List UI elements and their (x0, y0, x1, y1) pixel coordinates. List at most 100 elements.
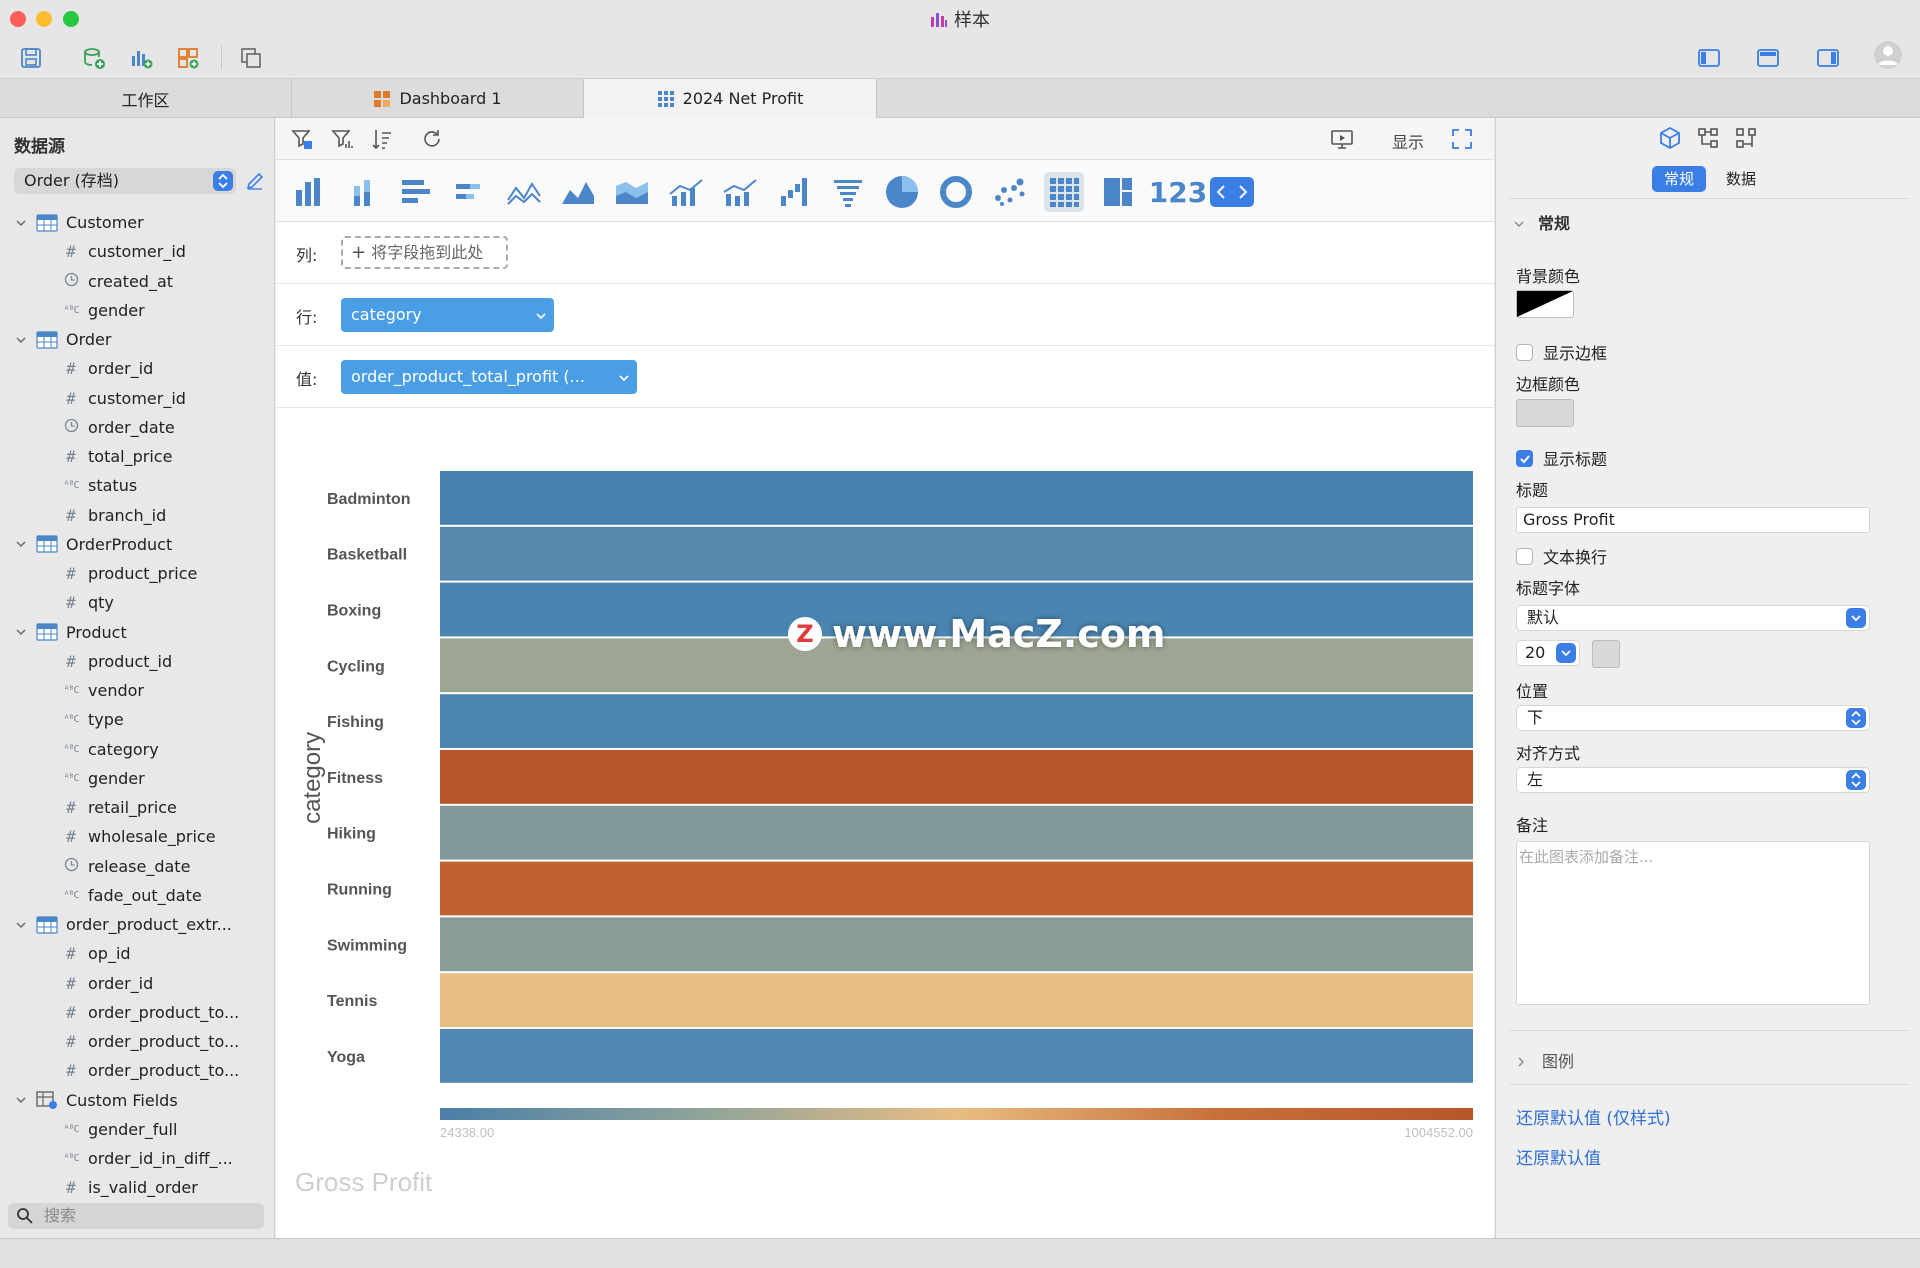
sidebar-field[interactable]: created_at (0, 267, 275, 296)
chart-type-combo[interactable] (666, 172, 706, 212)
panel-tab-data[interactable]: 数据 (1714, 166, 1768, 192)
font-size-select[interactable]: 20 (1516, 640, 1580, 666)
sidebar-field[interactable]: # is_valid_order (0, 1173, 275, 1202)
sidebar-field[interactable]: ᴬᴮC vendor (0, 676, 275, 705)
font-color-swatch[interactable] (1592, 640, 1620, 668)
duplicate-icon[interactable] (239, 46, 263, 70)
value-filter-icon[interactable] (330, 127, 354, 151)
sidebar-field[interactable]: # customer_id (0, 384, 275, 413)
sidebar-field[interactable]: # branch_id (0, 501, 275, 530)
chevron-down-icon[interactable] (16, 627, 26, 637)
values-field-pill[interactable]: order_product_total_profit (... (341, 360, 637, 394)
heatmap-cell[interactable] (440, 973, 1473, 1027)
chevron-down-icon[interactable] (16, 218, 26, 228)
sidebar-field[interactable]: # total_price (0, 442, 275, 471)
add-dashboard-icon[interactable] (176, 46, 200, 70)
chart-type-waterfall[interactable] (774, 172, 814, 212)
add-datasource-icon[interactable] (82, 46, 106, 70)
columns-drop-zone[interactable]: + 将字段拖到此处 (341, 236, 508, 269)
user-avatar-icon[interactable] (1873, 40, 1903, 70)
toggle-left-panel-icon[interactable] (1697, 46, 1721, 70)
chart-type-area[interactable] (558, 172, 598, 212)
toggle-right-panel-icon[interactable] (1816, 46, 1840, 70)
chart-type-column[interactable] (288, 172, 328, 212)
chart-type-stacked-area[interactable] (612, 172, 652, 212)
sidebar-field[interactable]: ᴬᴮC gender (0, 296, 275, 325)
sidebar-table[interactable]: OrderProduct (0, 530, 275, 559)
layout-icon[interactable] (1734, 126, 1758, 150)
sidebar-field[interactable]: # wholesale_price (0, 822, 275, 851)
reset-style-link[interactable]: 还原默认值 (仅样式) (1516, 1104, 1671, 1129)
heatmap-cell[interactable] (440, 750, 1473, 804)
chart-type-treemap[interactable] (1098, 172, 1138, 212)
toggle-top-panel-icon[interactable] (1756, 46, 1780, 70)
chart-type-stacked-column[interactable] (342, 172, 382, 212)
filter-icon[interactable] (290, 127, 314, 151)
sidebar-field[interactable]: ᴬᴮC type (0, 705, 275, 734)
display-label[interactable]: 显示 (1392, 129, 1424, 153)
sidebar-field[interactable]: ᴬᴮC gender_full (0, 1115, 275, 1144)
border-color-swatch[interactable] (1516, 399, 1574, 427)
tab-dashboard-1[interactable]: Dashboard 1 (292, 79, 584, 118)
sidebar-field[interactable]: # product_id (0, 647, 275, 676)
datasource-select[interactable]: Order (存档) (14, 168, 236, 194)
general-section-header[interactable]: 常规 (1514, 210, 1570, 234)
sidebar-field[interactable]: ᴬᴮC category (0, 735, 275, 764)
sidebar-table[interactable]: Custom Fields (0, 1086, 275, 1115)
sidebar-field[interactable]: ᴬᴮC order_id_in_diff_... (0, 1144, 275, 1173)
chart-type-scatter[interactable] (990, 172, 1030, 212)
sidebar-table[interactable]: order_product_extr... (0, 910, 275, 939)
sidebar-field[interactable]: # order_id (0, 969, 275, 998)
heatmap-cell[interactable] (440, 471, 1473, 525)
chart-type-donut[interactable] (936, 172, 976, 212)
chart-type-heatmap[interactable] (1044, 172, 1084, 212)
panel-tab-general[interactable]: 常规 (1652, 166, 1707, 192)
chart-type-number[interactable]: 123 (1149, 172, 1207, 212)
sidebar-field[interactable]: order_date (0, 413, 275, 442)
style-cube-icon[interactable] (1658, 126, 1682, 150)
heatmap-cell[interactable] (440, 917, 1473, 972)
refresh-icon[interactable] (420, 127, 444, 151)
heatmap-cell[interactable] (440, 861, 1473, 916)
notes-textarea[interactable]: 在此图表添加备注... (1516, 841, 1870, 1005)
rows-field-pill[interactable]: category (341, 298, 554, 332)
chart-type-bar[interactable] (396, 172, 436, 212)
hierarchy-icon[interactable] (1696, 126, 1720, 150)
tab-2024-net-profit[interactable]: 2024 Net Profit (584, 79, 877, 118)
reset-all-link[interactable]: 还原默认值 (1516, 1144, 1601, 1169)
field-search-input[interactable]: 搜索 (8, 1203, 264, 1229)
chevron-down-icon[interactable] (16, 1095, 26, 1105)
edit-datasource-icon[interactable] (244, 170, 266, 192)
title-input[interactable]: Gross Profit (1516, 507, 1870, 533)
sidebar-table[interactable]: Order (0, 325, 275, 354)
sidebar-field[interactable]: release_date (0, 852, 275, 881)
sort-icon[interactable] (370, 127, 394, 151)
chart-type-scroll-buttons[interactable] (1210, 177, 1254, 207)
present-icon[interactable] (1330, 127, 1354, 151)
save-icon[interactable] (19, 46, 43, 70)
wrap-text-checkbox[interactable]: 文本换行 (1516, 544, 1607, 568)
align-select[interactable]: 左 (1516, 767, 1870, 793)
heatmap-cell[interactable] (440, 805, 1473, 860)
chart-type-combo-stacked[interactable] (720, 172, 760, 212)
legend-section-header[interactable]: 图例 (1516, 1048, 1574, 1072)
sidebar-table[interactable]: Product (0, 618, 275, 647)
chart-type-line[interactable] (504, 172, 544, 212)
sidebar-field[interactable]: ᴬᴮC status (0, 471, 275, 500)
chart-type-stacked-bar[interactable] (450, 172, 490, 212)
show-title-checkbox[interactable]: 显示标题 (1516, 446, 1607, 470)
title-font-select[interactable]: 默认 (1516, 605, 1870, 631)
sidebar-field[interactable]: # qty (0, 588, 275, 617)
sidebar-field[interactable]: # order_product_to... (0, 1027, 275, 1056)
add-chart-icon[interactable] (129, 46, 153, 70)
sidebar-field[interactable]: ᴬᴮC fade_out_date (0, 881, 275, 910)
chevron-down-icon[interactable] (16, 335, 26, 345)
chart-type-funnel[interactable] (828, 172, 868, 212)
chart-type-pie[interactable] (882, 172, 922, 212)
sidebar-field[interactable]: # order_product_to... (0, 1056, 275, 1085)
heatmap-cell[interactable] (440, 694, 1473, 748)
sidebar-field[interactable]: # op_id (0, 939, 275, 968)
heatmap-cell[interactable] (440, 1029, 1473, 1083)
show-border-checkbox[interactable]: 显示边框 (1516, 340, 1607, 364)
sidebar-field[interactable]: ᴬᴮC gender (0, 764, 275, 793)
